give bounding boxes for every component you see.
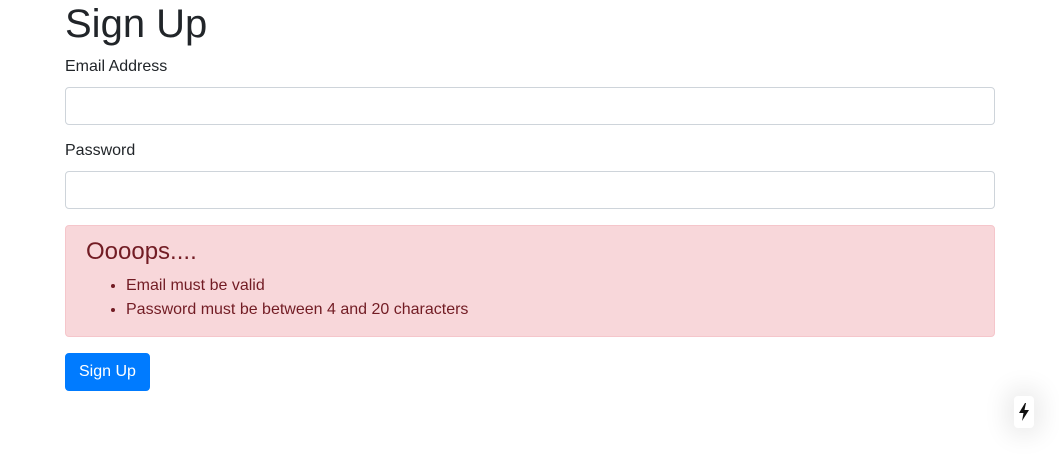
lightning-bolt-icon [1019, 403, 1029, 421]
sign-up-button[interactable]: Sign Up [65, 353, 150, 391]
email-input[interactable] [65, 87, 995, 125]
signup-container: Sign Up Email Address Password Oooops...… [65, 0, 995, 391]
error-alert: Oooops.... Email must be valid Password … [65, 225, 995, 337]
email-group: Email Address [65, 55, 995, 125]
error-item: Password must be between 4 and 20 charac… [126, 298, 974, 322]
password-input[interactable] [65, 171, 995, 209]
password-group: Password [65, 139, 995, 209]
page-title: Sign Up [65, 2, 208, 46]
signup-form: Email Address Password Oooops.... Email … [65, 55, 995, 391]
password-label: Password [65, 142, 136, 159]
dev-indicator-button[interactable] [1014, 396, 1034, 428]
alert-heading: Oooops.... [86, 238, 197, 265]
error-list: Email must be valid Password must be bet… [86, 274, 974, 322]
email-label: Email Address [65, 58, 168, 75]
error-item: Email must be valid [126, 274, 974, 298]
